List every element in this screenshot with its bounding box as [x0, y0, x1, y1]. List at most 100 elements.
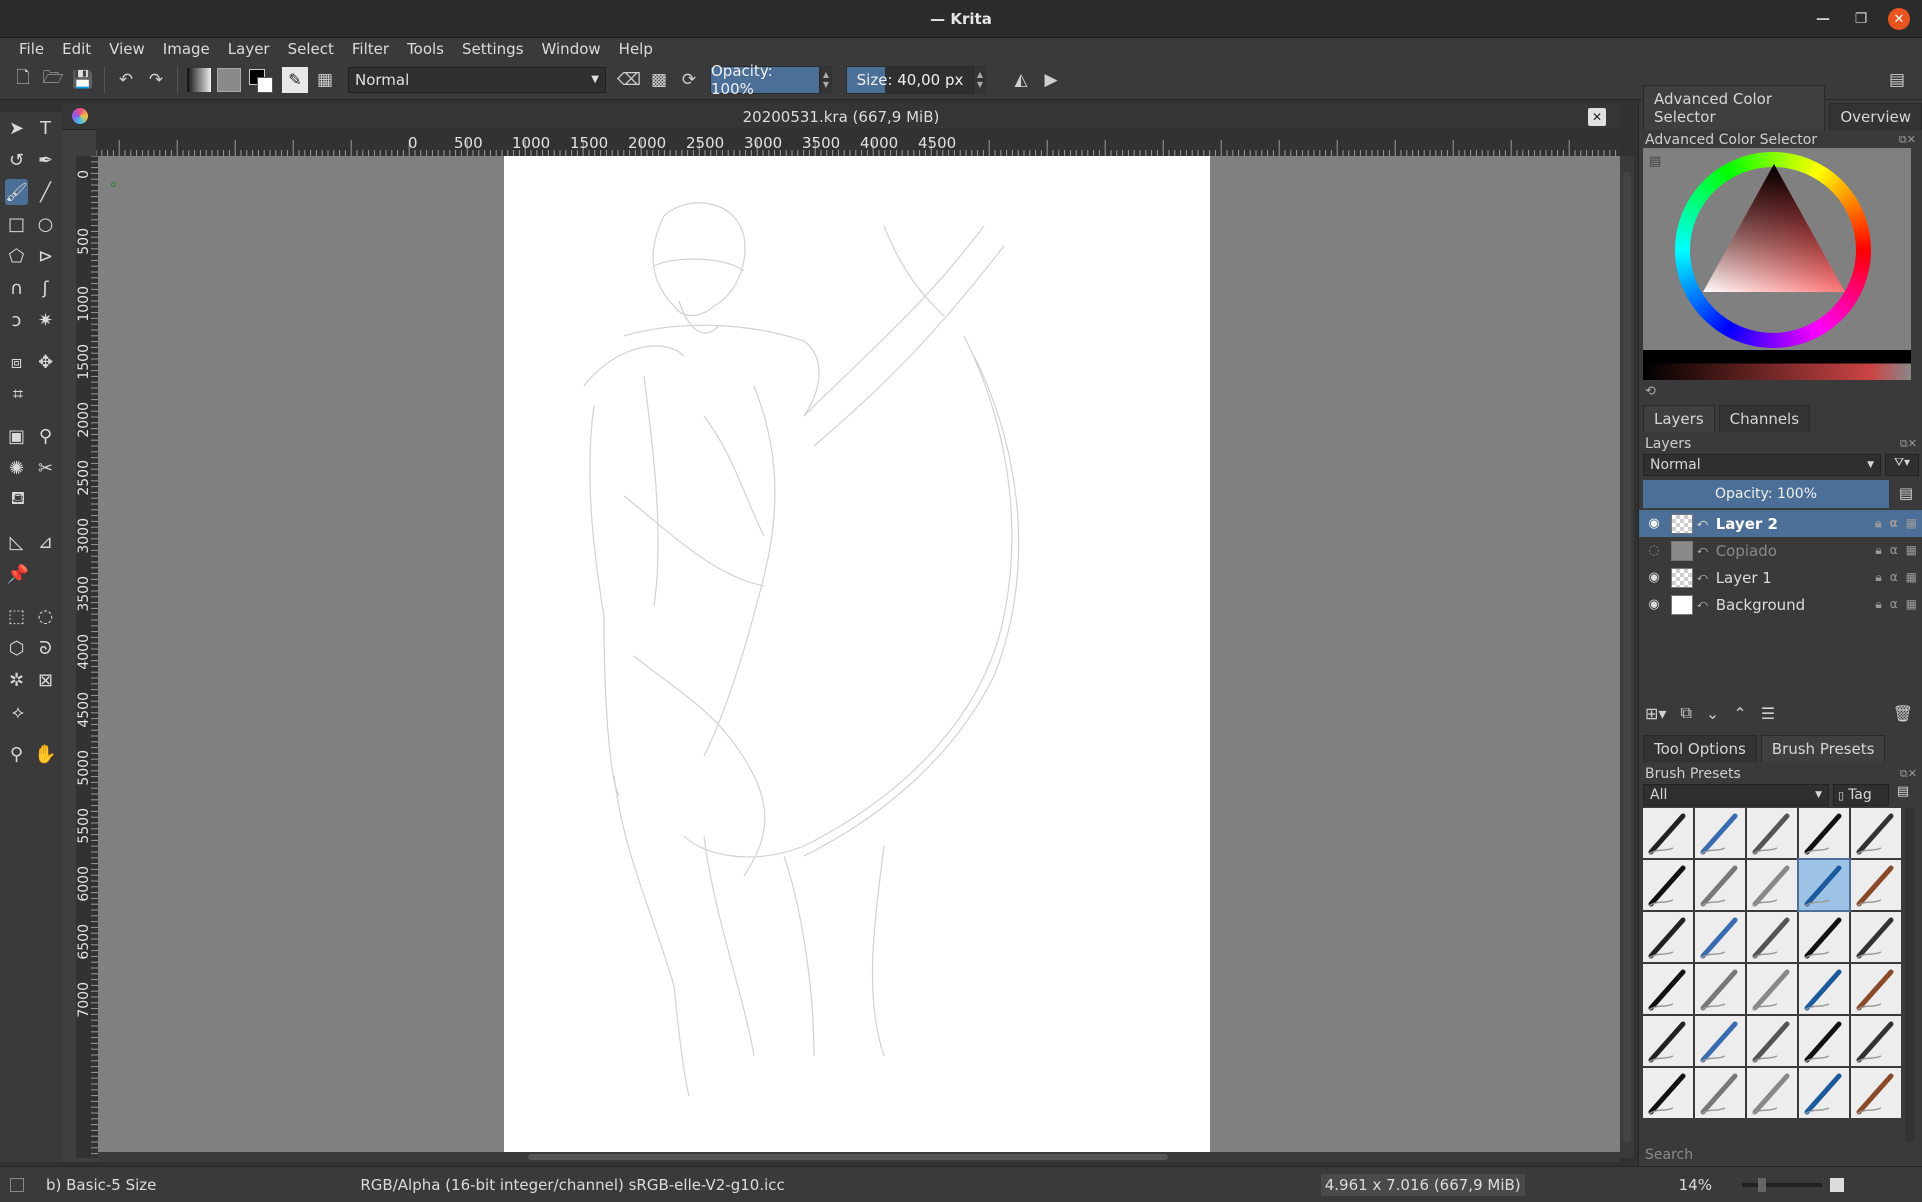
brush-preset-tile[interactable]	[1799, 1068, 1849, 1118]
menu-filter[interactable]: Filter	[343, 40, 398, 58]
document-tab[interactable]: 20200531.kra (667,9 MiB) ✕	[62, 104, 1620, 130]
alpha-icon[interactable]: α	[1890, 570, 1898, 585]
status-image-size[interactable]: 4.961 x 7.016 (667,9 MiB)	[1320, 1173, 1525, 1196]
select-shapes-icon[interactable]: ➤	[5, 115, 28, 141]
layer-name[interactable]: Layer 2	[1716, 515, 1778, 533]
fg-bg-color-swatch[interactable]	[244, 65, 280, 95]
dynamic-brush-icon[interactable]: ɔ	[5, 307, 28, 333]
gradient-tool-icon[interactable]: ▣	[5, 423, 28, 449]
brush-preset-tile[interactable]	[1643, 1016, 1693, 1066]
duplicate-layer-icon[interactable]: ⧉	[1680, 703, 1691, 723]
alpha-icon[interactable]: α	[1890, 597, 1898, 612]
brush-preset-tile[interactable]	[1695, 912, 1745, 962]
checker-icon[interactable]: ▦	[1906, 543, 1917, 558]
color-selector-menu-icon[interactable]: ▤	[1649, 154, 1661, 169]
brush-preset-tile[interactable]	[1695, 1016, 1745, 1066]
reload-preset-icon[interactable]: ⟳	[674, 65, 704, 95]
reference-tool-icon[interactable]: 📌	[5, 561, 31, 587]
lock-icon[interactable]: 🔒︎	[1875, 570, 1881, 585]
bezier-tool-icon[interactable]: ∩	[5, 275, 28, 301]
size-slider[interactable]: Size: 40,00 px	[846, 65, 974, 94]
ellipse-select-icon[interactable]: ◌	[34, 603, 57, 629]
brush-preset-tile[interactable]	[1695, 1068, 1745, 1118]
brush-preset-tile[interactable]	[1799, 964, 1849, 1014]
menu-window[interactable]: Window	[533, 40, 610, 58]
crop-tool-icon[interactable]: ⌗	[5, 381, 31, 407]
reset-color-icon[interactable]: ⟲	[1645, 384, 1656, 399]
brush-preset-tile[interactable]	[1851, 808, 1901, 858]
brush-search-field[interactable]: Search	[1639, 1144, 1922, 1166]
size-spinner[interactable]: ▲ ▼	[974, 65, 986, 94]
brush-preset-tile[interactable]	[1747, 860, 1797, 910]
brush-view-options-icon[interactable]: ▤	[1893, 784, 1913, 806]
eye-icon[interactable]: ◉	[1645, 516, 1663, 531]
layer-properties-icon[interactable]: ▤	[1893, 480, 1919, 508]
bezier-select-icon[interactable]: ⟡	[5, 699, 31, 725]
brush-preset-tile[interactable]	[1747, 808, 1797, 858]
toolbar-options-icon[interactable]: ▤	[1882, 65, 1912, 95]
layer-filter-icon[interactable]: ⛛▾	[1885, 454, 1919, 476]
color-shade-bar[interactable]	[1643, 350, 1911, 380]
text-tool-icon[interactable]: T	[34, 115, 57, 141]
horizontal-ruler[interactable]: 0 500 1000 1500 2000 2500 3000 3500 4000 4500	[95, 128, 1620, 156]
horizontal-scroll-thumb[interactable]	[528, 1154, 1168, 1160]
fill-tool-icon[interactable]: ⛾	[5, 487, 31, 513]
layer-row[interactable]: ◉ ⤺ Background 🔒︎ α ▦	[1639, 591, 1922, 618]
measure-tool-icon[interactable]: ◺	[5, 529, 28, 555]
menu-view[interactable]: View	[100, 40, 154, 58]
similar-select-icon[interactable]: ⊠	[34, 667, 57, 693]
brush-preset-tile[interactable]	[1643, 860, 1693, 910]
move-layer-up-icon[interactable]: ⌃	[1733, 704, 1746, 723]
tab-channels[interactable]: Channels	[1718, 405, 1811, 432]
layer-name[interactable]: Layer 1	[1716, 569, 1772, 587]
tab-overview[interactable]: Overview	[1829, 103, 1922, 130]
brush-preset-tile[interactable]	[1695, 964, 1745, 1014]
brush-preset-tile[interactable]	[1747, 912, 1797, 962]
vertical-ruler[interactable]: 0 500 1000 1500 2000 2500 3000 3500 4000 4500 5000…	[76, 155, 98, 1158]
undo-icon[interactable]: ↶	[111, 65, 141, 95]
lock-icon[interactable]: 🔒︎	[1875, 516, 1881, 531]
layer-name[interactable]: Background	[1716, 596, 1806, 614]
brush-preset-tile[interactable]	[1747, 964, 1797, 1014]
polygon-tool-icon[interactable]: ⬠	[5, 243, 28, 269]
mirror-horizontal-icon[interactable]: ◭	[1006, 65, 1036, 95]
brush-preset-tile[interactable]	[1747, 1068, 1797, 1118]
paper-sheet[interactable]	[504, 156, 1210, 1158]
polyline-tool-icon[interactable]: ⊳	[34, 243, 57, 269]
tab-layers[interactable]: Layers	[1643, 405, 1715, 432]
freehand-select-icon[interactable]: ᘐ	[34, 635, 57, 661]
layer-blend-mode-select[interactable]: Normal ▼	[1643, 454, 1881, 476]
color-picker-icon[interactable]: ⚲	[34, 423, 57, 449]
layer-options-icon[interactable]: ☰	[1761, 704, 1775, 723]
brush-preset-tile[interactable]	[1747, 1016, 1797, 1066]
opacity-slider[interactable]: Opacity: 100%	[710, 62, 820, 98]
docker-float-icon[interactable]: ⧉✕	[1900, 437, 1917, 451]
menu-help[interactable]: Help	[610, 40, 662, 58]
calligraphy-icon[interactable]: ✒	[34, 147, 57, 173]
brush-preset-tile[interactable]	[1799, 912, 1849, 962]
advanced-color-selector[interactable]: ▤	[1643, 148, 1911, 380]
docker-float-icon[interactable]: ⧉✕	[1899, 133, 1916, 147]
tab-brush-presets[interactable]: Brush Presets	[1760, 735, 1886, 762]
line-tool-icon[interactable]: ╱	[34, 179, 57, 205]
menu-image[interactable]: Image	[154, 40, 219, 58]
mirror-vertical-icon[interactable]: ▶	[1036, 65, 1066, 95]
brush-preset-tile[interactable]	[1643, 1068, 1693, 1118]
brush-preset-tile[interactable]	[1851, 964, 1901, 1014]
gradient-swatch[interactable]	[184, 65, 214, 95]
pan-tool-icon[interactable]: ✋	[34, 741, 57, 767]
brush-preset-tile[interactable]	[1851, 1068, 1901, 1118]
brush-preset-tile[interactable]	[1799, 1016, 1849, 1066]
eye-hidden-icon[interactable]: ◌	[1645, 543, 1663, 558]
checker-icon[interactable]: ▦	[1906, 597, 1917, 612]
layer-row[interactable]: ◉ ⤺ Layer 1 🔒︎ α ▦	[1639, 564, 1922, 591]
eraser-mode-icon[interactable]: ⌫	[614, 65, 644, 95]
brush-preset-tile[interactable]	[1695, 860, 1745, 910]
redo-icon[interactable]: ↷	[141, 65, 171, 95]
alpha-lock-icon[interactable]: ▩	[644, 65, 674, 95]
layer-row[interactable]: ◌ ⤺ Copiado 🔒︎ α ▦	[1639, 537, 1922, 564]
vertical-scroll-thumb[interactable]	[1623, 172, 1631, 1142]
move-layer-down-icon[interactable]: ⌄	[1706, 704, 1719, 723]
layer-name[interactable]: Copiado	[1716, 542, 1777, 560]
restore-icon[interactable]: ❐	[1850, 8, 1872, 30]
